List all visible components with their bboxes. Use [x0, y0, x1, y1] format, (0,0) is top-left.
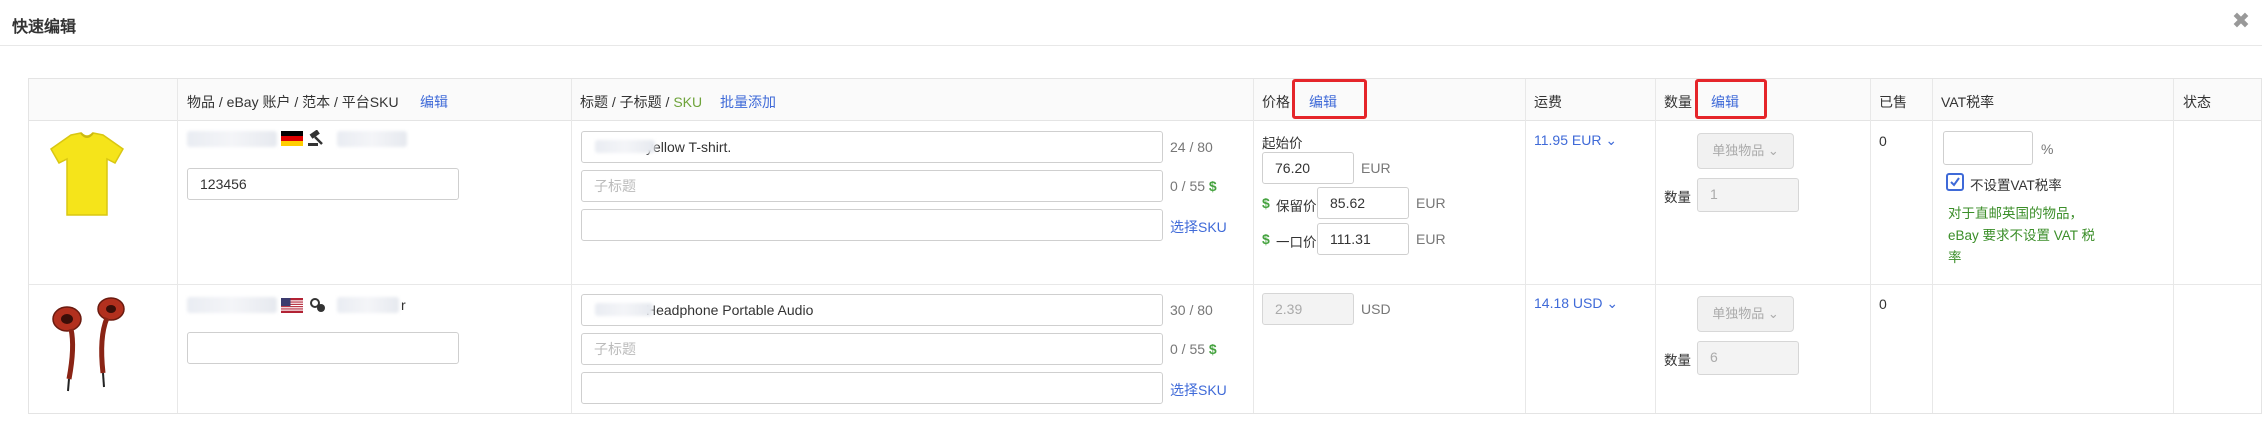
buynow-price-label: 一口价: [1276, 235, 1317, 250]
vat-checkbox-label: 不设置VAT税率: [1970, 178, 2062, 193]
sku-select-input[interactable]: [581, 209, 1163, 241]
buynow-price-currency: EUR: [1416, 231, 1446, 247]
shipping-link[interactable]: 14.18 USD ⌄: [1534, 295, 1618, 312]
col-status-header: 状态: [2183, 94, 2211, 110]
de-flag-icon: [281, 131, 303, 146]
reserve-price-currency: EUR: [1416, 195, 1446, 211]
title-prefix-blurred: [595, 303, 653, 316]
col-item-header: 物品 / eBay 账户 / 范本 / 平台SKU: [187, 94, 399, 110]
select-sku-link[interactable]: 选择SKU: [1170, 217, 1227, 237]
sold-value: 0: [1879, 133, 1887, 149]
vat-input[interactable]: [1943, 131, 2033, 165]
reserve-price-label: 保留价: [1276, 199, 1317, 214]
col-shipping-header: 运费: [1534, 94, 1562, 110]
chevron-down-icon: ⌄: [1606, 295, 1619, 311]
col-title-label: 标题 / 子标题 /: [580, 94, 674, 110]
dollar-icon: $: [1262, 231, 1270, 247]
sold-value: 0: [1879, 296, 1887, 312]
subtitle-input[interactable]: 子标题: [581, 170, 1163, 202]
dollar-icon: $: [1262, 195, 1270, 211]
start-price-currency: EUR: [1361, 160, 1391, 176]
subtitle-counter-text: 0 / 55: [1170, 341, 1206, 357]
quantity-input[interactable]: 1: [1697, 178, 1799, 212]
quantity-label: 数量: [1664, 190, 1691, 205]
price-edit-highlight: [1292, 79, 1367, 119]
subtitle-counter: 0 / 55 $: [1170, 341, 1217, 357]
sku-input[interactable]: 123456: [187, 168, 459, 200]
col-vat-header: VAT税率: [1941, 94, 1995, 110]
close-icon[interactable]: ✖: [2230, 9, 2252, 33]
modal-title: 快速编辑: [12, 19, 77, 36]
title-counter: 24 / 80: [1170, 139, 1213, 155]
quantity-input[interactable]: 6: [1697, 341, 1799, 375]
quantity-type-select[interactable]: 单独物品 ⌄: [1697, 133, 1794, 169]
title-counter: 30 / 80: [1170, 302, 1213, 318]
account-name-blurred: [187, 131, 277, 147]
quantity-type-select[interactable]: 单独物品 ⌄: [1697, 296, 1794, 332]
yellow-tshirt-image: [50, 132, 124, 216]
price-input[interactable]: 2.39: [1262, 293, 1354, 325]
subtitle-input[interactable]: 子标题: [581, 333, 1163, 365]
start-price-input[interactable]: 76.20: [1262, 152, 1354, 184]
red-earphones-image: [52, 297, 125, 392]
quantity-edit-highlight: [1695, 79, 1767, 119]
subtitle-counter-text: 0 / 55: [1170, 178, 1206, 194]
subtitle-counter: 0 / 55 $: [1170, 178, 1217, 194]
sku-input[interactable]: [187, 332, 459, 364]
shipping-value: 14.18 USD: [1534, 295, 1603, 311]
checkmark-icon: [1950, 177, 1960, 187]
shipping-value: 11.95 EUR: [1534, 132, 1602, 148]
batch-add-link[interactable]: 批量添加: [720, 92, 776, 112]
chevron-down-icon: ⌄: [1767, 306, 1779, 321]
start-price-label: 起始价: [1262, 136, 1303, 151]
template-suffix: r: [401, 297, 406, 313]
template-name-blurred: [337, 131, 407, 147]
title-prefix-blurred: [595, 140, 655, 153]
price-currency: USD: [1361, 301, 1391, 317]
vat-unit: %: [2041, 141, 2054, 157]
quantity-type-value: 单独物品: [1712, 306, 1765, 321]
buynow-price-input[interactable]: 111.31: [1317, 223, 1409, 255]
us-flag-icon: [281, 298, 303, 313]
reserve-price-input[interactable]: 85.62: [1317, 187, 1409, 219]
col-price-header: 价格: [1262, 94, 1290, 110]
col-sold-header: 已售: [1879, 94, 1907, 110]
col-quantity-header: 数量: [1664, 94, 1692, 110]
dollar-icon: $: [1208, 341, 1217, 357]
sku-select-input[interactable]: [581, 372, 1163, 404]
title-input[interactable]: yellow T-shirt.: [581, 131, 1163, 163]
quick-edit-table: 物品 / eBay 账户 / 范本 / 平台SKU 编辑 标题 / 子标题 / …: [28, 78, 2262, 414]
col-title-header: 标题 / 子标题 / SKU: [580, 92, 702, 112]
dollar-icon: $: [1208, 178, 1217, 194]
account-name-blurred: [187, 297, 277, 313]
item-edit-link[interactable]: 编辑: [420, 92, 448, 112]
title-input[interactable]: Headphone Portable Audio: [581, 294, 1163, 326]
vat-note: 对于直邮英国的物品，eBay 要求不设置 VAT 税率: [1948, 206, 2096, 265]
select-sku-link[interactable]: 选择SKU: [1170, 380, 1227, 400]
fixed-price-icon: [310, 298, 325, 312]
chevron-down-icon: ⌄: [1605, 132, 1618, 148]
vat-checkbox[interactable]: [1946, 173, 1964, 191]
shipping-link[interactable]: 11.95 EUR ⌄: [1534, 132, 1617, 149]
col-title-sku: SKU: [673, 94, 703, 110]
chevron-down-icon: ⌄: [1767, 143, 1779, 158]
template-name-blurred: [337, 297, 399, 313]
quantity-type-value: 单独物品: [1712, 143, 1765, 158]
auction-icon: [308, 130, 323, 146]
quantity-label: 数量: [1664, 353, 1691, 368]
modal-header: 快速编辑 ✖: [0, 0, 2262, 46]
